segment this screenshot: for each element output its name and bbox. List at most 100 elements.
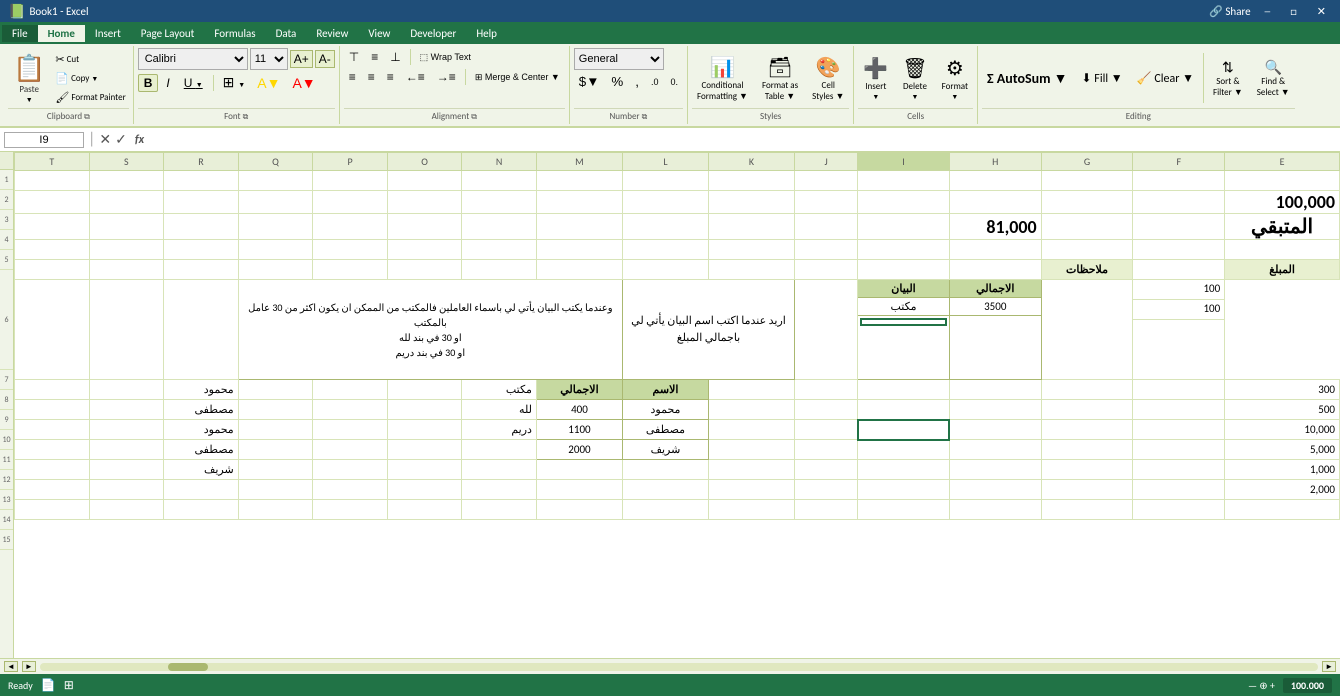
amount-300[interactable]: 300	[1225, 380, 1340, 400]
col-header-G[interactable]: G	[1041, 153, 1133, 171]
amount-100000-cell[interactable]: 100,000	[1225, 191, 1340, 214]
small-table-name-0[interactable]: محمود	[622, 400, 708, 420]
col-header-K[interactable]: K	[709, 153, 795, 171]
menu-insert[interactable]: Insert	[85, 25, 131, 42]
horizontal-scrollbar[interactable]: ◄ ► ►	[0, 658, 1340, 674]
col-header-P[interactable]: P	[313, 153, 388, 171]
wrap-text-button[interactable]: ⬚ Wrap Text	[415, 50, 476, 65]
share-button[interactable]: 🔗 Share	[1209, 5, 1250, 18]
spreadsheet-grid[interactable]: T S R Q P O N M L K J I H G F E	[14, 152, 1340, 658]
amount-1000[interactable]: 1,000	[1225, 460, 1340, 480]
name-R11[interactable]: شريف	[164, 460, 239, 480]
col-header-F[interactable]: F	[1133, 153, 1225, 171]
menu-home[interactable]: Home	[38, 25, 85, 42]
font-selector[interactable]: Calibri	[138, 48, 248, 70]
amount-2000[interactable]: 2,000	[1225, 480, 1340, 500]
small-table-total-0[interactable]: 400	[536, 400, 622, 420]
dec-dec-button[interactable]: 0.	[665, 75, 683, 89]
borders-button[interactable]: ⊞ ▼	[218, 72, 251, 93]
col-header-E[interactable]: E	[1225, 153, 1340, 171]
data-table-I[interactable]: البيان مكتب	[858, 280, 950, 380]
menu-developer[interactable]: Developer	[400, 25, 466, 42]
small-table-name-1[interactable]: مصطفى	[622, 420, 708, 440]
name-R7[interactable]: محمود	[164, 380, 239, 400]
name-box[interactable]	[4, 132, 84, 148]
menu-page-layout[interactable]: Page Layout	[131, 25, 205, 42]
col-header-S[interactable]: S	[89, 153, 164, 171]
zoom-slider-icon[interactable]: — ⊕ +	[1248, 679, 1275, 692]
maximize-btn[interactable]: □	[1284, 5, 1303, 18]
col-header-I[interactable]: I	[858, 153, 950, 171]
number-format-selector[interactable]: General	[574, 48, 664, 70]
align-middle-button[interactable]: ≡	[366, 48, 383, 66]
format-as-table-button[interactable]: 🗃 Format as Table ▼	[757, 52, 803, 105]
fx-label[interactable]: fx	[131, 133, 148, 147]
name-R9[interactable]: محمود	[164, 420, 239, 440]
dec-inc-button[interactable]: .0	[646, 75, 664, 89]
location-N8[interactable]: لله	[462, 400, 537, 420]
menu-data[interactable]: Data	[266, 25, 307, 42]
decrease-font-button[interactable]: A-	[315, 50, 335, 68]
format-cells-button[interactable]: ⚙ Format ▼	[937, 53, 973, 104]
scroll-thumb[interactable]	[168, 663, 208, 671]
menu-help[interactable]: Help	[466, 25, 507, 42]
location-N7[interactable]: مكتب	[462, 380, 537, 400]
paste-button[interactable]: 📋 Paste ▼	[8, 49, 50, 107]
row-scroll[interactable]: 1 2 3 4 5 6 7 8 9 10 11 12 13 14 15	[0, 152, 14, 658]
insert-cells-button[interactable]: ➕ Insert ▼	[858, 53, 893, 104]
mutbaqi-label-cell[interactable]: المتبقي	[1225, 214, 1340, 240]
align-right-button[interactable]: ≡	[382, 68, 399, 86]
mulahazat-header-cell[interactable]: ملاحظات	[1041, 260, 1133, 280]
small-table-total-1[interactable]: 1100	[536, 420, 622, 440]
scroll-right2-btn[interactable]: ►	[1322, 661, 1336, 672]
align-center-button[interactable]: ≡	[363, 68, 380, 86]
col-header-H[interactable]: H	[949, 153, 1041, 171]
col-header-Q[interactable]: Q	[238, 153, 313, 171]
autosum-button[interactable]: Σ AutoSum ▼	[982, 67, 1073, 90]
indent-dec-button[interactable]: ←≡	[401, 68, 430, 86]
fill-button[interactable]: ⬇ Fill ▼	[1077, 68, 1128, 89]
clear-button[interactable]: 🧹 Clear ▼	[1132, 68, 1199, 89]
small-table-header-name[interactable]: الاسم	[622, 380, 708, 400]
amount-100[interactable]: 100	[1133, 280, 1224, 300]
close-btn[interactable]: ✕	[1311, 5, 1332, 18]
col-header-M[interactable]: M	[536, 153, 622, 171]
menu-formulas[interactable]: Formulas	[204, 25, 265, 42]
currency-button[interactable]: $▼	[574, 72, 605, 91]
col-header-J[interactable]: J	[795, 153, 858, 171]
small-table-name-2[interactable]: شريف	[622, 440, 708, 460]
formula-input[interactable]	[152, 133, 1336, 147]
fill-color-button[interactable]: A▼	[252, 73, 285, 93]
increase-font-button[interactable]: A+	[290, 50, 313, 68]
ijmali-data-0[interactable]: 3500	[950, 298, 1041, 316]
bayan-data-0[interactable]: مكتب	[858, 298, 949, 316]
sort-filter-button[interactable]: ⇅ Sort & Filter ▼	[1208, 56, 1248, 101]
delete-cells-button[interactable]: 🗑 Delete ▼	[897, 53, 932, 104]
cell-styles-button[interactable]: 🎨 Cell Styles ▼	[807, 52, 849, 105]
scroll-track[interactable]	[40, 663, 1318, 671]
format-painter-button[interactable]: 🖌 Format Painter	[52, 89, 128, 106]
col-header-T[interactable]: T	[15, 153, 90, 171]
indent-inc-button[interactable]: →≡	[432, 68, 461, 86]
location-N9[interactable]: دريم	[462, 420, 537, 440]
copy-button[interactable]: 📄 Copy ▼	[52, 70, 128, 87]
confirm-formula-button[interactable]: ✓	[115, 131, 127, 148]
small-table-header-total[interactable]: الاجمالي	[536, 380, 622, 400]
font-size-selector[interactable]: 11	[250, 48, 288, 70]
amount-81000-cell[interactable]: 81,000	[949, 214, 1041, 240]
name-R10[interactable]: مصطفى	[164, 440, 239, 460]
cut-button[interactable]: ✂ Cut	[52, 51, 128, 68]
name-R8[interactable]: مصطفى	[164, 400, 239, 420]
font-color-button[interactable]: A▼	[287, 73, 320, 93]
amount-100-2[interactable]: 100	[1133, 300, 1224, 320]
amount-500[interactable]: 500	[1225, 400, 1340, 420]
align-top-button[interactable]: ⊤	[344, 48, 364, 66]
col-header-N[interactable]: N	[462, 153, 537, 171]
scroll-left-btn[interactable]: ◄	[4, 661, 18, 672]
conditional-formatting-button[interactable]: 📊 Conditional Formatting ▼	[692, 52, 753, 105]
italic-button[interactable]: I	[160, 74, 175, 92]
merge-center-button[interactable]: ⊞ Merge & Center ▼	[470, 70, 565, 85]
cell-I9[interactable]	[858, 420, 950, 440]
menu-view[interactable]: View	[358, 25, 400, 42]
data-table-H[interactable]: الاجمالي 3500	[949, 280, 1041, 380]
